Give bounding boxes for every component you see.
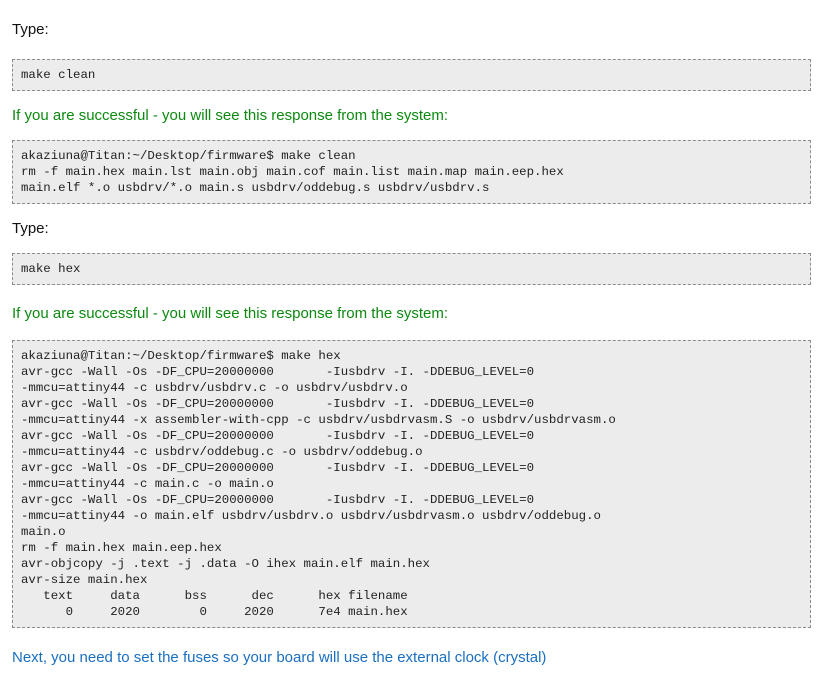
type-label: Type: [12, 21, 49, 38]
output-text: akaziuna@Titan:~/Desktop/firmware$ make … [21, 349, 616, 619]
success-message: If you are successful - you will see thi… [12, 107, 449, 124]
command-text: make clean [21, 68, 96, 82]
command-box-make-clean: make clean [12, 59, 811, 91]
output-box-make-hex: akaziuna@Titan:~/Desktop/firmware$ make … [12, 340, 811, 628]
output-text: akaziuna@Titan:~/Desktop/firmware$ make … [21, 149, 564, 195]
command-text: make hex [21, 262, 81, 276]
success-message: If you are successful - you will see thi… [12, 305, 449, 322]
output-box-make-clean: akaziuna@Titan:~/Desktop/firmware$ make … [12, 140, 811, 204]
type-label: Type: [12, 220, 49, 237]
tutorial-page: Type: make clean If you are successful -… [0, 0, 835, 674]
next-step-text: Next, you need to set the fuses so your … [12, 649, 547, 666]
command-box-make-hex: make hex [12, 253, 811, 285]
